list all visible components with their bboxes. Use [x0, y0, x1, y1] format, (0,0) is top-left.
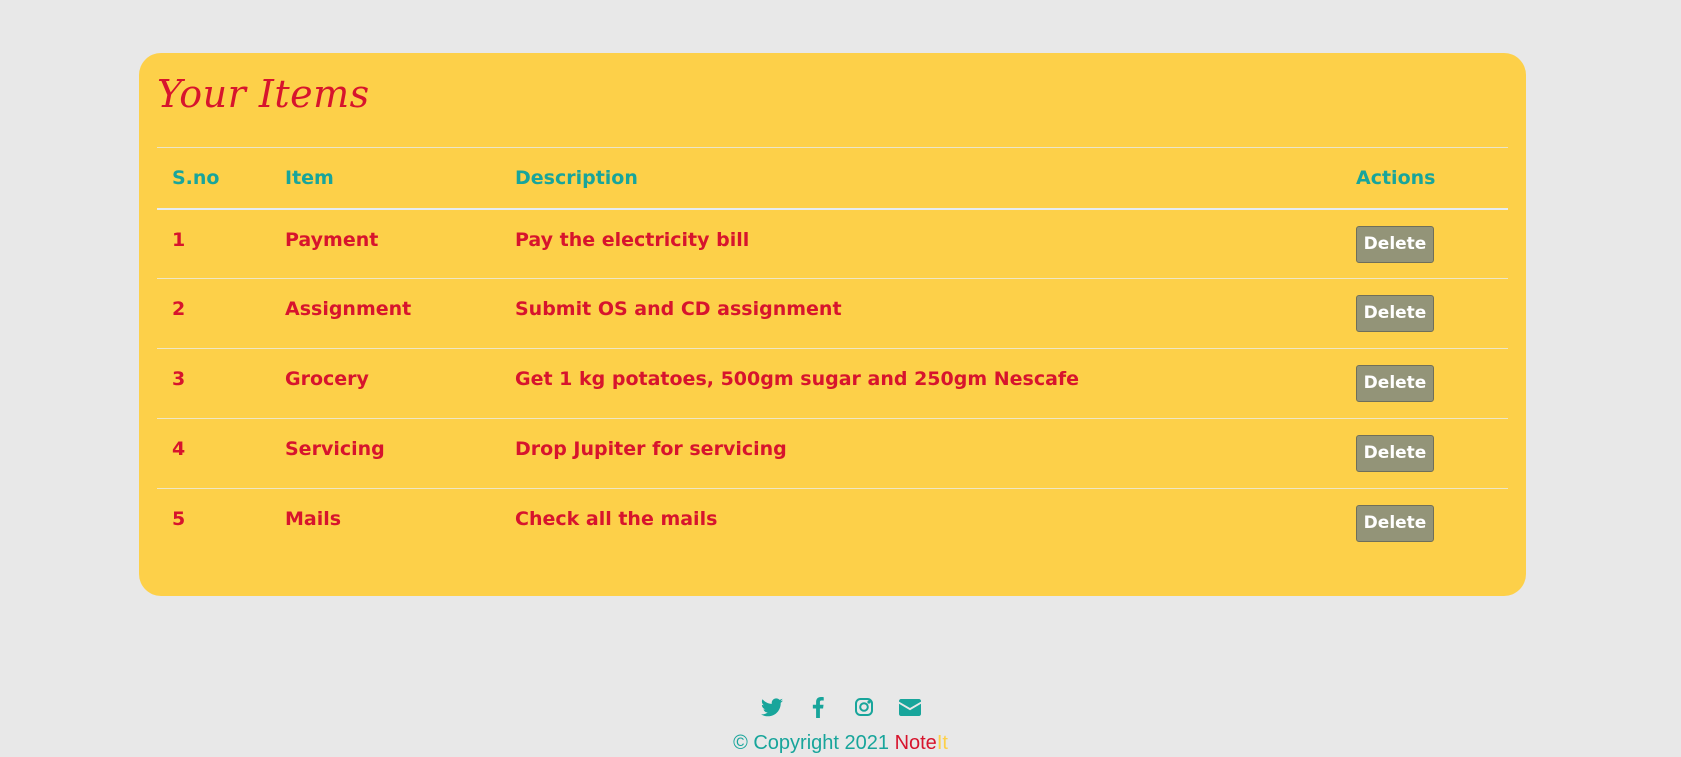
header-item: Item	[285, 166, 334, 189]
delete-button[interactable]: Delete	[1356, 435, 1434, 472]
envelope-icon[interactable]	[898, 695, 922, 719]
row-sno: 4	[172, 438, 186, 460]
row-actions: Delete	[1341, 279, 1508, 349]
twitter-icon[interactable]	[760, 695, 784, 719]
brand-name-part2: It	[936, 732, 948, 754]
facebook-icon[interactable]	[806, 695, 830, 719]
items-card: Your Items S.no Item Description Actions…	[139, 53, 1526, 596]
social-links	[0, 695, 1681, 719]
row-sno: 3	[172, 368, 186, 390]
row-item: Grocery	[285, 368, 369, 390]
delete-button[interactable]: Delete	[1356, 225, 1434, 263]
row-actions: Delete	[1341, 419, 1508, 489]
row-item: Assignment	[285, 298, 412, 320]
row-item: Servicing	[285, 438, 385, 460]
table-row: 4 Servicing Drop Jupiter for servicing D…	[157, 419, 1508, 489]
copyright-text: © Copyright 2021	[733, 732, 889, 754]
header-sno: S.no	[172, 166, 220, 189]
row-description: Get 1 kg potatoes, 500gm sugar and 250gm…	[515, 368, 1080, 390]
copyright: © Copyright 2021 NoteIt	[0, 732, 1681, 755]
row-sno: 2	[172, 298, 186, 320]
header-actions: Actions	[1356, 166, 1436, 189]
brand-name[interactable]: NoteIt	[895, 732, 948, 754]
row-item: Payment	[285, 228, 379, 251]
row-description: Drop Jupiter for servicing	[515, 438, 787, 460]
page-title: Your Items	[157, 72, 370, 116]
row-actions: Delete	[1341, 489, 1508, 559]
delete-button[interactable]: Delete	[1356, 365, 1434, 402]
table-row: 2 Assignment Submit OS and CD assignment…	[157, 279, 1508, 349]
row-description: Pay the electricity bill	[515, 228, 750, 251]
row-description: Submit OS and CD assignment	[515, 298, 842, 320]
delete-button[interactable]: Delete	[1356, 505, 1434, 542]
table-row: 5 Mails Check all the mails Delete	[157, 489, 1508, 559]
row-item: Mails	[285, 508, 342, 530]
instagram-icon[interactable]	[852, 695, 876, 719]
row-actions: Delete	[1341, 349, 1508, 419]
row-actions: Delete	[1341, 209, 1508, 279]
row-description: Check all the mails	[515, 508, 718, 530]
brand-name-part1: Note	[894, 732, 937, 754]
table-header-row: S.no Item Description Actions	[157, 148, 1508, 209]
items-table: S.no Item Description Actions 1 Payment …	[157, 147, 1508, 559]
row-sno: 1	[172, 228, 186, 251]
table-row: 1 Payment Pay the electricity bill Delet…	[157, 209, 1508, 279]
table-row: 3 Grocery Get 1 kg potatoes, 500gm sugar…	[157, 349, 1508, 419]
row-sno: 5	[172, 508, 186, 530]
header-description: Description	[515, 166, 638, 189]
delete-button[interactable]: Delete	[1356, 295, 1434, 332]
